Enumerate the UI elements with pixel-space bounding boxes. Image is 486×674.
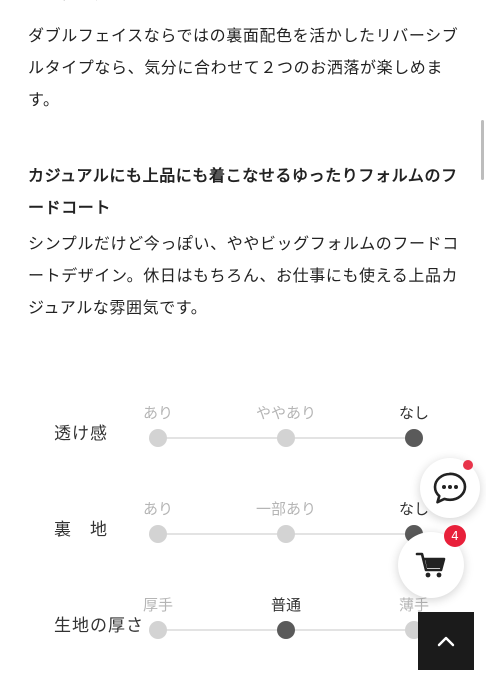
spec-dot [149,429,167,447]
spec-dot [149,621,167,639]
spec-option: ややあり [255,404,317,422]
cutoff-heading: シルタイプ [28,0,108,10]
spec-dot-selected [405,429,423,447]
description-paragraph-2: シンプルだけど今っぽい、ややビッグフォルムのフードコートデザイン。休日はもちろん… [28,234,459,317]
spec-label-lining: 裏 地 [54,520,108,540]
spec-option: あり [142,404,174,422]
chevron-up-icon [437,636,455,647]
spec-option: 一部あり [255,500,317,518]
spec-option-selected: なし [398,404,430,422]
cart-count-badge: 4 [444,525,466,547]
spec-option-selected: 普通 [270,596,302,614]
chat-notification-dot [463,460,473,470]
page-scrollbar[interactable] [481,120,484,180]
spec-label-transparency: 透け感 [54,424,108,444]
back-to-top-button[interactable] [418,612,474,670]
spec-option: 厚手 [142,596,174,614]
spec-dot [277,525,295,543]
spec-dot [149,525,167,543]
spec-option: あり [142,500,174,518]
spec-label-thickness: 生地の厚さ [54,616,144,636]
spec-dot-selected [277,621,295,639]
description-paragraph-1: ダブルフェイスならではの裏面配色を活かしたリバーシブルタイプなら、気分に合わせて… [28,26,459,109]
spec-dot [277,429,295,447]
section-heading: カジュアルにも上品にも着こなせるゆったりフォルムのフードコート [28,166,458,217]
